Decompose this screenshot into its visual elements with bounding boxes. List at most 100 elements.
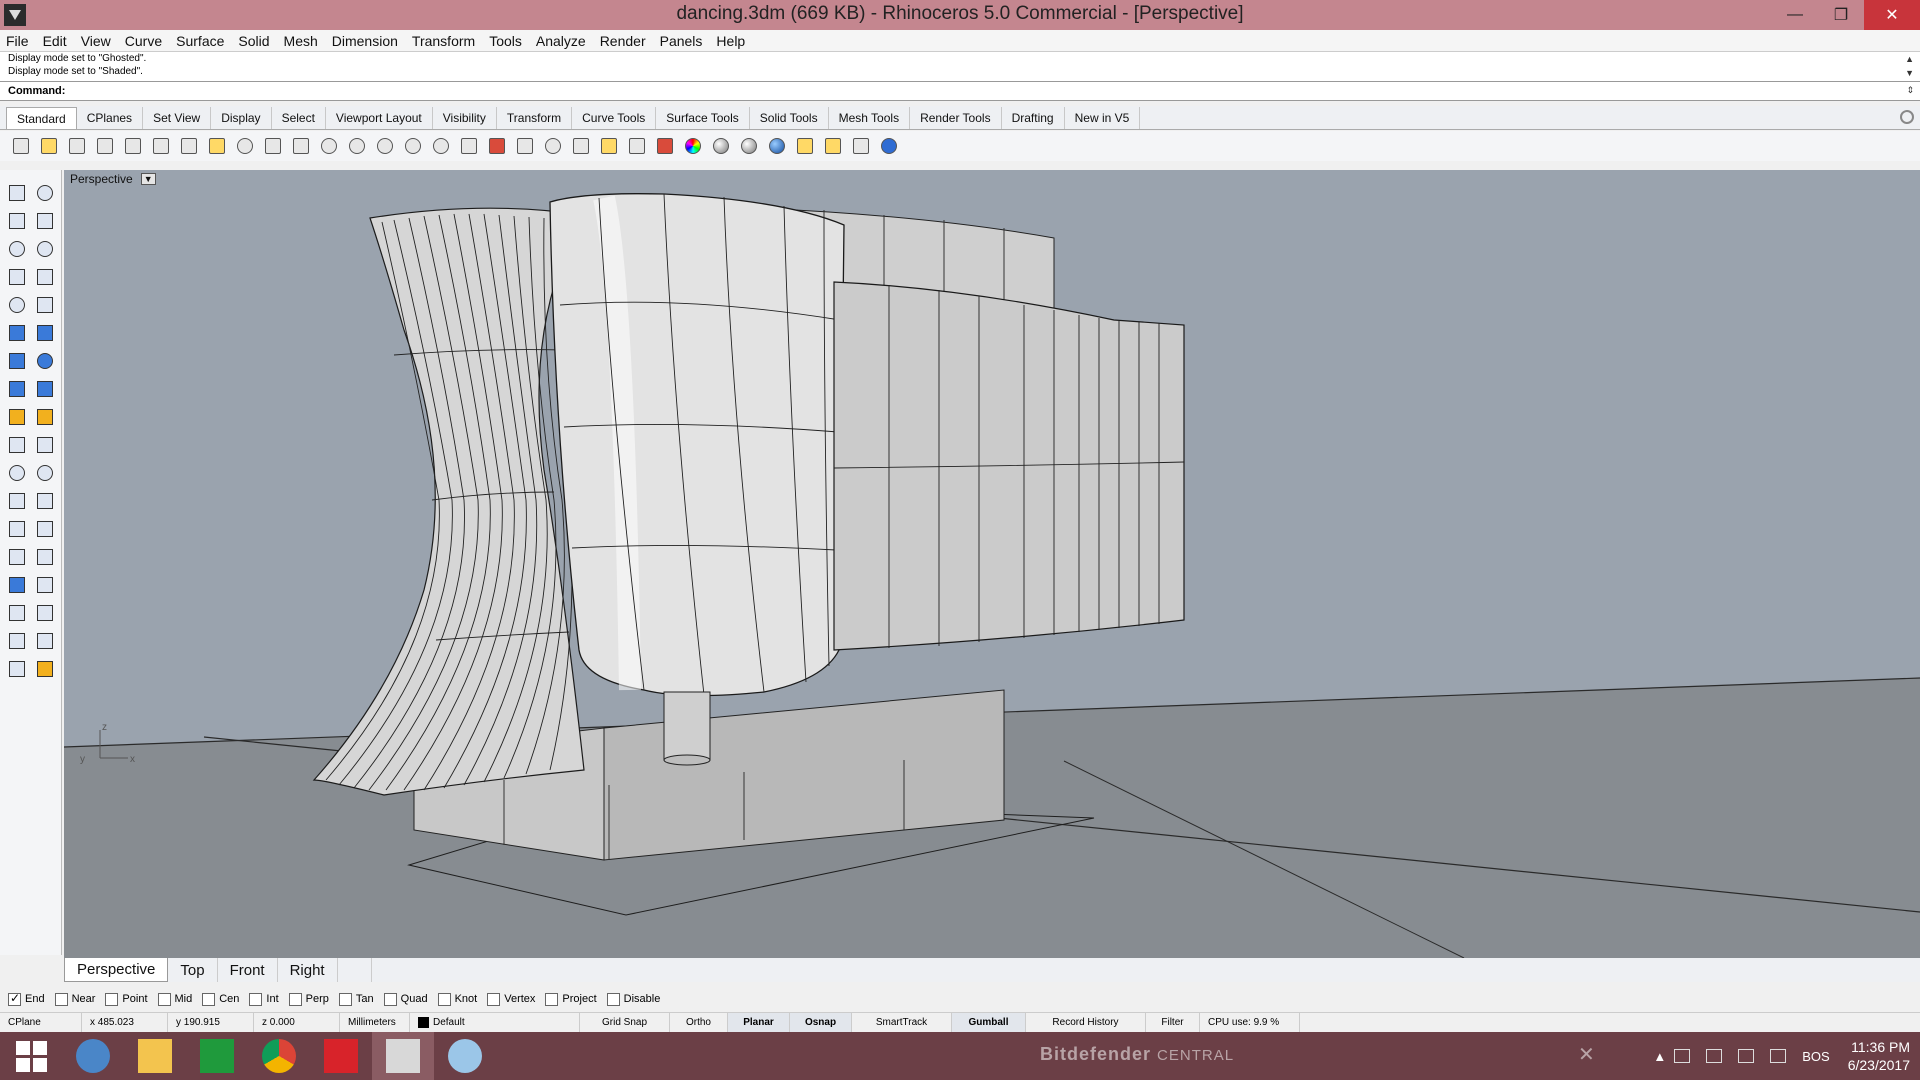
rendered-sphere-icon[interactable]: [738, 135, 760, 157]
menu-mesh[interactable]: Mesh: [284, 33, 318, 49]
render-icon[interactable]: [766, 135, 788, 157]
zoom-icon[interactable]: [318, 135, 340, 157]
tab-new-in-v5[interactable]: New in V5: [1065, 107, 1141, 129]
command-scroll-icon[interactable]: ⇕: [1906, 85, 1914, 96]
fillet-edge-icon[interactable]: [34, 406, 56, 428]
gumball-align-icon[interactable]: [34, 602, 56, 624]
tab-standard[interactable]: Standard: [6, 107, 77, 129]
scroll-up-icon[interactable]: ▲: [1905, 54, 1914, 64]
scroll-down-icon[interactable]: ▼: [1905, 68, 1914, 78]
osnap-vertex[interactable]: Vertex: [487, 992, 535, 1006]
taskbar-paint[interactable]: [434, 1032, 496, 1080]
close-button[interactable]: ✕: [1864, 0, 1920, 30]
osnap-quad[interactable]: Quad: [383, 992, 428, 1006]
viewport-title[interactable]: Perspective ▼: [70, 172, 156, 186]
select-arrow-icon[interactable]: [6, 182, 28, 204]
language-indicator[interactable]: BOS: [1802, 1049, 1829, 1064]
taskbar-chrome[interactable]: [248, 1032, 310, 1080]
lock-icon[interactable]: [626, 135, 648, 157]
taskbar-store[interactable]: [186, 1032, 248, 1080]
checkbox-icon[interactable]: [202, 992, 216, 1006]
taskbar-file-explorer[interactable]: [124, 1032, 186, 1080]
copy-icon[interactable]: [178, 135, 200, 157]
paste-icon[interactable]: [206, 135, 228, 157]
menu-transform[interactable]: Transform: [412, 33, 475, 49]
perspective-viewport[interactable]: z y x Perspective ▼: [64, 170, 1920, 958]
array-icon[interactable]: [6, 602, 28, 624]
new-file-icon[interactable]: [10, 135, 32, 157]
checkbox-icon[interactable]: [105, 992, 119, 1006]
taskbar-bitdefender[interactable]: [310, 1032, 372, 1080]
offset-icon[interactable]: [34, 490, 56, 512]
osnap-disable[interactable]: Disable: [606, 992, 660, 1006]
menu-dimension[interactable]: Dimension: [332, 33, 398, 49]
flag-icon[interactable]: [1738, 1049, 1755, 1063]
check-icon[interactable]: [34, 630, 56, 652]
camera-icon[interactable]: [514, 135, 536, 157]
menu-curve[interactable]: Curve: [125, 33, 162, 49]
viewport-tab-top[interactable]: Top: [168, 958, 218, 982]
status-osnap[interactable]: Osnap: [790, 1012, 852, 1033]
osnap-project[interactable]: Project: [545, 992, 597, 1006]
status-grid-snap[interactable]: Grid Snap: [580, 1012, 670, 1033]
tab-drafting[interactable]: Drafting: [1002, 107, 1065, 129]
menu-help[interactable]: Help: [716, 33, 745, 49]
options-gear-icon[interactable]: [822, 135, 844, 157]
taskbar-app-qb[interactable]: [62, 1032, 124, 1080]
checkbox-icon[interactable]: [157, 992, 171, 1006]
osnap-end[interactable]: End: [8, 991, 45, 1006]
import-icon[interactable]: [122, 135, 144, 157]
menu-solid[interactable]: Solid: [238, 33, 269, 49]
checkbox-icon[interactable]: [437, 992, 451, 1006]
zoom-extents-icon[interactable]: [374, 135, 396, 157]
osnap-cen[interactable]: Cen: [202, 992, 239, 1006]
menu-analyze[interactable]: Analyze: [536, 33, 586, 49]
status-smarttrack[interactable]: SmartTrack: [852, 1012, 952, 1033]
move-icon[interactable]: [6, 546, 28, 568]
checkbox-icon[interactable]: [383, 992, 397, 1006]
zoom-selected-icon[interactable]: [402, 135, 424, 157]
dimension-icon[interactable]: [850, 135, 872, 157]
tab-transform[interactable]: Transform: [497, 107, 573, 129]
tab-surface-tools[interactable]: Surface Tools: [656, 107, 750, 129]
command-line[interactable]: Command: ⇕: [0, 81, 1920, 101]
text-icon[interactable]: [6, 518, 28, 540]
color-wheel-icon[interactable]: [682, 135, 704, 157]
tab-cplanes[interactable]: CPlanes: [77, 107, 144, 129]
fillet-curve-icon[interactable]: [6, 490, 28, 512]
network-icon[interactable]: [1674, 1049, 1691, 1063]
group-icon[interactable]: [6, 462, 28, 484]
tab-mesh-tools[interactable]: Mesh Tools: [829, 107, 911, 129]
start-button[interactable]: [0, 1032, 62, 1080]
arc-icon[interactable]: [6, 294, 28, 316]
status-record-history[interactable]: Record History: [1026, 1012, 1146, 1033]
checkbox-icon[interactable]: [54, 992, 68, 1006]
extrude-surface-icon[interactable]: [34, 322, 56, 344]
cut-icon[interactable]: [150, 135, 172, 157]
menu-panels[interactable]: Panels: [660, 33, 703, 49]
menu-tools[interactable]: Tools: [489, 33, 522, 49]
polyline-icon[interactable]: [6, 210, 28, 232]
help-icon[interactable]: [878, 135, 900, 157]
osnap-knot[interactable]: Knot: [437, 992, 477, 1006]
analyze-icon[interactable]: [6, 630, 28, 652]
menu-edit[interactable]: Edit: [43, 33, 67, 49]
checkbox-icon[interactable]: [338, 992, 352, 1006]
osnap-point[interactable]: Point: [105, 992, 148, 1006]
arc-start-end-icon[interactable]: [34, 294, 56, 316]
menu-render[interactable]: Render: [600, 33, 646, 49]
light-icon[interactable]: [34, 658, 56, 680]
tab-display[interactable]: Display: [211, 107, 272, 129]
rectangle-icon[interactable]: [34, 266, 56, 288]
dimension-tool-icon[interactable]: [34, 518, 56, 540]
trim-icon[interactable]: [6, 434, 28, 456]
banner-close-icon[interactable]: ✕: [1578, 1042, 1595, 1067]
checkbox-icon[interactable]: [288, 992, 302, 1006]
viewport-tab-perspective[interactable]: Perspective: [64, 958, 169, 982]
menu-view[interactable]: View: [81, 33, 111, 49]
osnap-mid[interactable]: Mid: [157, 992, 192, 1006]
tab-select[interactable]: Select: [272, 107, 326, 129]
clock[interactable]: 11:36 PM 6/23/2017: [1848, 1038, 1910, 1074]
checkbox-icon[interactable]: [8, 991, 21, 1006]
four-viewports-icon[interactable]: [458, 135, 480, 157]
